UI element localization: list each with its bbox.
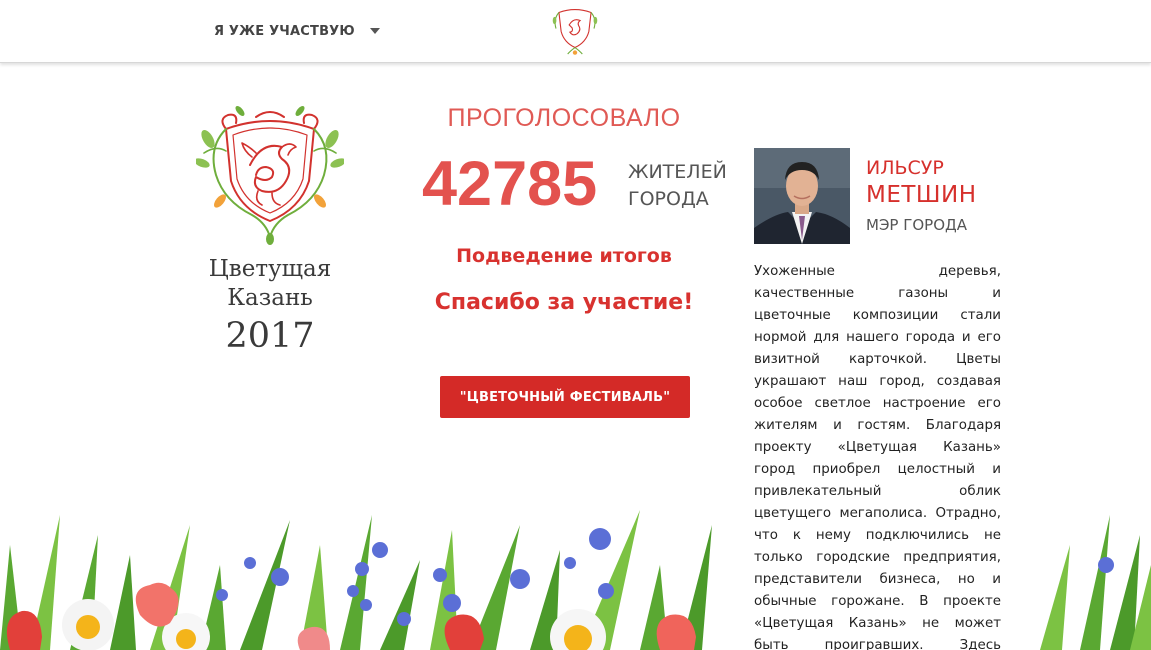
voter-count-unit: ЖИТЕЛЕЙ ГОРОДА — [628, 159, 727, 213]
voter-count: 42785 — [422, 149, 598, 219]
flower-festival-button[interactable]: "ЦВЕТОЧНЫЙ ФЕСТИВАЛЬ" — [440, 376, 690, 418]
results-status: Подведение итогов — [456, 245, 672, 267]
voter-count-unit-line1: ЖИТЕЛЕЙ — [628, 161, 727, 183]
voter-count-unit-line2: ГОРОДА — [628, 188, 709, 210]
brand-title-line1: Цветущая — [208, 256, 332, 282]
mayor-last-name: МЕТШИН — [866, 182, 977, 208]
kazan-emblem-logo — [194, 105, 346, 245]
mayor-statement: Ухоженные деревья, качественные газоны и… — [754, 264, 1001, 650]
participation-menu-dropdown[interactable]: Я УЖЕ УЧАСТВУЮ — [214, 21, 380, 41]
mayor-first-name: ИЛЬСУР — [866, 157, 944, 179]
kazan-flower-emblem-icon[interactable] — [548, 4, 602, 56]
voted-heading: ПРОГОЛОСОВАЛО — [447, 104, 681, 132]
thanks-message: Спасибо за участие! — [434, 290, 694, 315]
brand-title: Цветущая Казань 2017 — [170, 255, 370, 359]
chevron-down-icon — [369, 28, 380, 34]
top-navigation-bar: Я УЖЕ УЧАСТВУЮ — [0, 0, 1151, 63]
mayor-role: МЭР ГОРОДА — [866, 216, 968, 234]
brand-year: 2017 — [225, 316, 315, 356]
participation-menu-label: Я УЖЕ УЧАСТВУЮ — [214, 23, 355, 39]
brand-title-line2: Казань — [227, 285, 313, 311]
mayor-photo — [754, 148, 850, 244]
